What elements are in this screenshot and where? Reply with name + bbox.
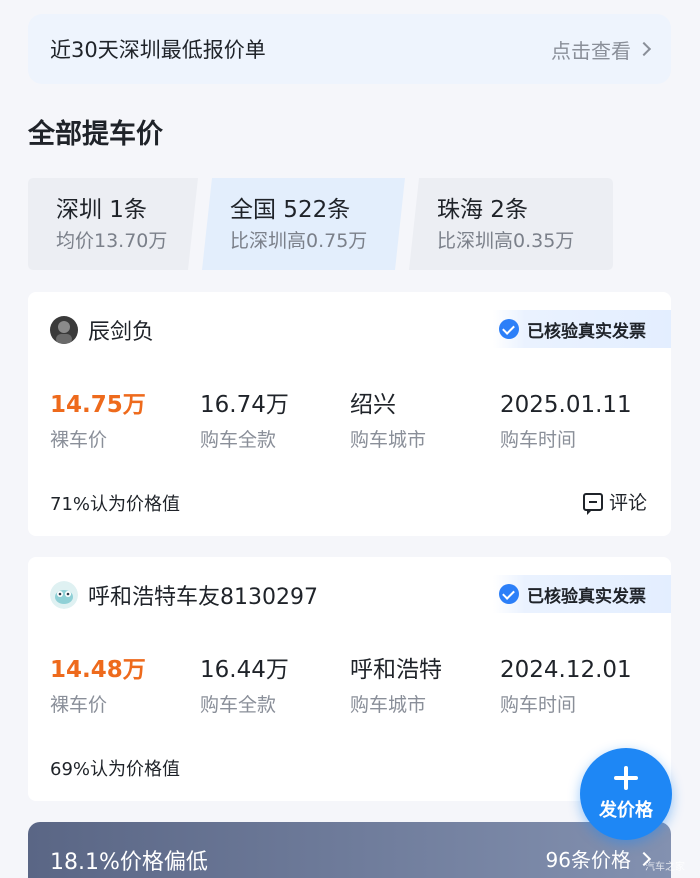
stat-label: 裸车价 [50, 429, 108, 451]
stat-label: 购车时间 [500, 694, 577, 716]
stat-label: 购车城市 [350, 694, 427, 716]
lowest-price-banner[interactable]: 近30天深圳最低报价单 点击查看 [28, 14, 671, 84]
stat-total-price: 16.44万 购车全款 [200, 655, 289, 725]
region-tabs: 深圳 1条 均价13.70万 全国 522条 比深圳高0.75万 珠海 2条 比… [28, 178, 618, 270]
post-price-button[interactable]: 发价格 [580, 748, 672, 840]
banner-view-link[interactable]: 点击查看 [551, 35, 652, 64]
stat-bare-price: 14.75万 裸车价 [50, 390, 146, 460]
stat-label: 购车全款 [200, 429, 277, 451]
stat-value: 16.44万 [200, 657, 289, 683]
tab-title: 珠海 2条 [437, 197, 528, 223]
chevron-right-icon [636, 41, 652, 57]
tab-national[interactable]: 全国 522条 比深圳高0.75万 [202, 178, 405, 270]
tab-subtitle: 比深圳高0.35万 [437, 230, 575, 252]
username: 呼和浩特车友8130297 [88, 585, 318, 610]
comment-button[interactable]: 评论 [582, 488, 647, 515]
stat-value: 2025.01.11 [500, 392, 632, 418]
tab-title: 深圳 1条 [56, 197, 147, 223]
banner-link-label: 点击查看 [551, 38, 631, 63]
watermark: 汽车之家 [645, 862, 685, 873]
stat-label: 购车全款 [200, 694, 277, 716]
avatar[interactable] [50, 316, 78, 344]
stat-value: 16.74万 [200, 392, 289, 418]
stats-row: 14.75万 裸车价 16.74万 购车全款 绍兴 购车城市 2025.01.1… [50, 390, 660, 460]
stat-value: 2024.12.01 [500, 657, 632, 683]
verified-invoice-badge: 已核验真实发票 [493, 310, 671, 348]
stat-date: 2024.12.01 购车时间 [500, 655, 632, 725]
section-title: 全部提车价 [28, 119, 163, 150]
stat-value: 呼和浩特 [350, 657, 442, 683]
stat-date: 2025.01.11 购车时间 [500, 390, 632, 460]
verify-text: 已核验真实发票 [527, 321, 646, 342]
tab-title: 全国 522条 [230, 197, 351, 223]
tab-zhuhai[interactable]: 珠海 2条 比深圳高0.35万 [409, 178, 613, 270]
comment-label: 评论 [608, 492, 647, 514]
check-badge-icon [499, 584, 519, 604]
avatar[interactable] [50, 581, 78, 609]
stat-value: 14.75万 [50, 392, 146, 418]
verify-text: 已核验真实发票 [527, 586, 646, 607]
stat-label: 裸车价 [50, 694, 108, 716]
stat-label: 购车城市 [350, 429, 427, 451]
stat-label: 购车时间 [500, 429, 577, 451]
stat-value: 14.48万 [50, 657, 146, 683]
low-price-percent: 18.1%价格偏低 [50, 850, 208, 875]
plus-icon [614, 766, 638, 790]
verified-invoice-badge: 已核验真实发票 [493, 575, 671, 613]
username: 辰剑负 [88, 320, 155, 345]
price-count-label: 96条价格 [545, 848, 631, 872]
low-price-summary-bar[interactable]: 18.1%价格偏低 96条价格 [28, 822, 671, 878]
stat-city: 呼和浩特 购车城市 [350, 655, 442, 725]
check-badge-icon [499, 319, 519, 339]
stat-value: 绍兴 [350, 392, 396, 418]
price-card[interactable]: 辰剑负 已核验真实发票 14.75万 裸车价 16.74万 购车全款 绍兴 购车… [28, 292, 671, 536]
tab-subtitle: 比深圳高0.75万 [230, 230, 368, 252]
stat-total-price: 16.74万 购车全款 [200, 390, 289, 460]
stats-row: 14.48万 裸车价 16.44万 购车全款 呼和浩特 购车城市 2024.12… [50, 655, 660, 725]
user-info[interactable]: 呼和浩特车友8130297 [50, 579, 318, 611]
price-card[interactable]: 呼和浩特车友8130297 已核验真实发票 14.48万 裸车价 16.44万 … [28, 557, 671, 801]
user-info[interactable]: 辰剑负 [50, 314, 154, 346]
stat-city: 绍兴 购车城市 [350, 390, 426, 460]
value-rating: 71%认为价格值 [50, 494, 181, 515]
tab-shenzhen[interactable]: 深圳 1条 均价13.70万 [28, 178, 198, 270]
fab-label: 发价格 [599, 800, 653, 821]
value-rating: 69%认为价格值 [50, 759, 181, 780]
comment-icon [582, 492, 603, 515]
banner-title: 近30天深圳最低报价单 [50, 38, 266, 62]
price-count-link[interactable]: 96条价格 [545, 844, 652, 873]
stat-bare-price: 14.48万 裸车价 [50, 655, 146, 725]
tab-subtitle: 均价13.70万 [56, 230, 168, 252]
